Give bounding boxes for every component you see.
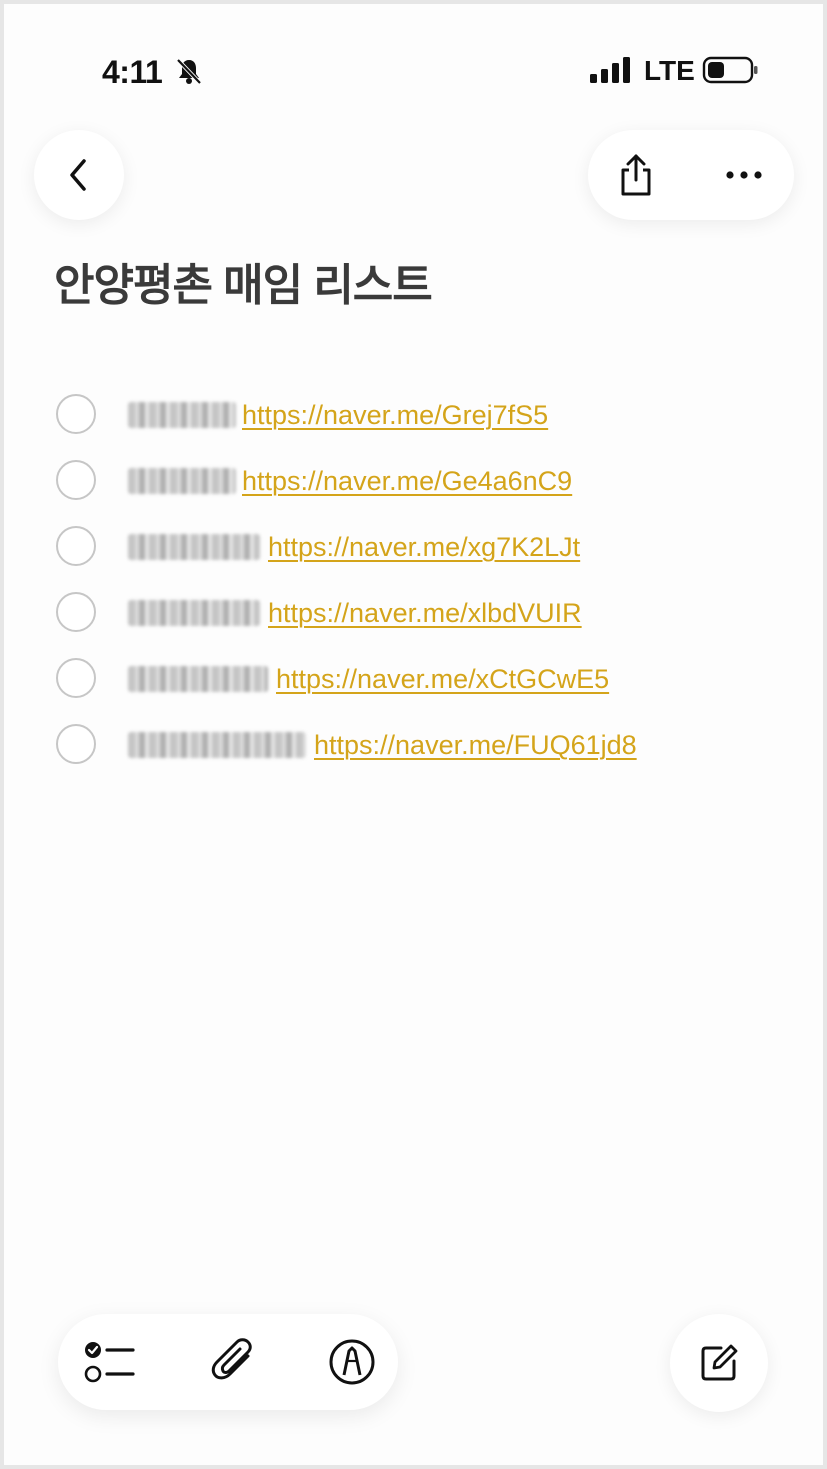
- markup-button[interactable]: [322, 1332, 382, 1392]
- more-button[interactable]: [714, 145, 774, 205]
- more-icon: [726, 171, 762, 179]
- attachment-button[interactable]: [204, 1332, 264, 1392]
- status-time: 4:11: [102, 54, 163, 90]
- note-actions: [588, 130, 794, 220]
- network-label: LTE: [644, 55, 695, 86]
- item-link[interactable]: https://naver.me/xlbdVUIR: [268, 596, 582, 630]
- redacted-text: [128, 402, 236, 428]
- checklist-item: https://naver.me/Grej7fS5: [56, 384, 796, 450]
- signal-icon: [590, 57, 630, 83]
- bottom-toolbar: [58, 1314, 398, 1410]
- item-link[interactable]: https://naver.me/xCtGCwE5: [276, 662, 609, 696]
- checklist-item: https://naver.me/FUQ61jd8: [56, 714, 796, 780]
- notes-screen: 4:11 LTE 안양평촌 매임 리스트 https://naver.me/Gr…: [4, 4, 823, 1465]
- checkbox[interactable]: [56, 592, 96, 632]
- checkbox[interactable]: [56, 394, 96, 434]
- item-link[interactable]: https://naver.me/Ge4a6nC9: [242, 464, 572, 498]
- redacted-text: [128, 732, 306, 758]
- checkbox[interactable]: [56, 460, 96, 500]
- compose-icon: [701, 1344, 738, 1381]
- note-title[interactable]: 안양평촌 매임 리스트: [54, 258, 433, 314]
- checklist: https://naver.me/Grej7fS5 https://naver.…: [56, 384, 796, 780]
- item-link[interactable]: https://naver.me/FUQ61jd8: [314, 728, 637, 762]
- share-button[interactable]: [606, 145, 666, 205]
- chevron-left-icon: [70, 159, 86, 191]
- checkbox[interactable]: [56, 526, 96, 566]
- item-link[interactable]: https://naver.me/xg7K2LJt: [268, 530, 580, 564]
- compose-button[interactable]: [670, 1314, 768, 1412]
- checklist-icon: [84, 1342, 135, 1383]
- share-icon: [621, 154, 651, 196]
- checklist-item: https://naver.me/Ge4a6nC9: [56, 450, 796, 516]
- checklist-item: https://naver.me/xg7K2LJt: [56, 516, 796, 582]
- bell-slash-icon: [176, 58, 202, 85]
- checklist-item: https://naver.me/xlbdVUIR: [56, 582, 796, 648]
- checkbox[interactable]: [56, 658, 96, 698]
- back-button[interactable]: [34, 130, 124, 220]
- markup-pen-icon: [329, 1339, 375, 1385]
- paperclip-icon: [211, 1338, 252, 1380]
- item-link[interactable]: https://naver.me/Grej7fS5: [242, 398, 548, 432]
- checkbox[interactable]: [56, 724, 96, 764]
- battery-icon: [702, 56, 758, 84]
- redacted-text: [128, 534, 260, 560]
- redacted-text: [128, 666, 268, 692]
- checklist-button[interactable]: [80, 1332, 140, 1392]
- redacted-text: [128, 600, 260, 626]
- redacted-text: [128, 468, 236, 494]
- checklist-item: https://naver.me/xCtGCwE5: [56, 648, 796, 714]
